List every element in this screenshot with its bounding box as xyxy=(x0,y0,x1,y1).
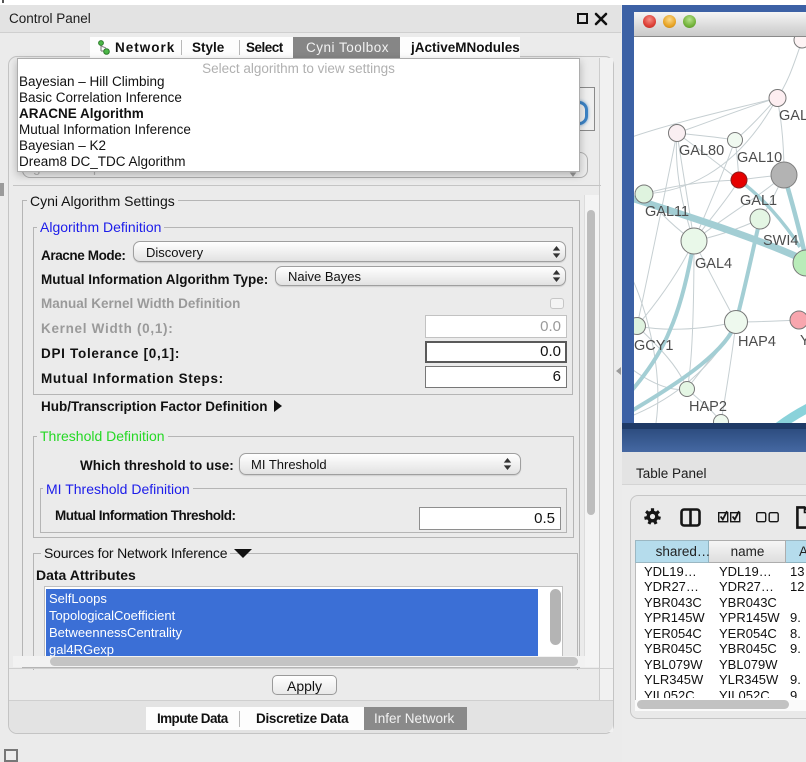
svg-text:HAP2: HAP2 xyxy=(689,399,727,415)
svg-text:SWI4: SWI4 xyxy=(763,233,798,249)
svg-text:GAL: GAL xyxy=(779,108,806,124)
svg-text:Y: Y xyxy=(800,333,806,349)
svg-text:GAL80: GAL80 xyxy=(679,143,724,159)
svg-text:GAL1: GAL1 xyxy=(740,193,777,209)
svg-text:GCY1: GCY1 xyxy=(634,338,674,354)
svg-text:GAL11: GAL11 xyxy=(645,204,689,220)
svg-text:GAL4: GAL4 xyxy=(695,256,732,272)
svg-text:GAL10: GAL10 xyxy=(737,150,782,166)
svg-text:HAP4: HAP4 xyxy=(738,334,776,350)
